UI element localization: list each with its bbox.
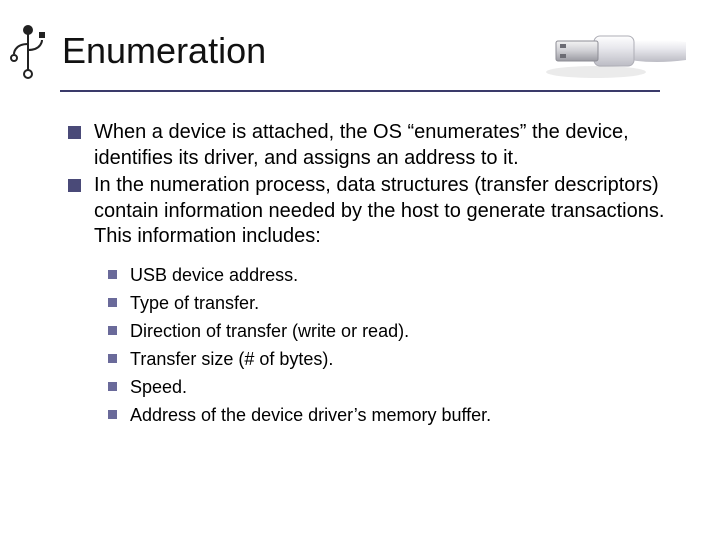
sub-bullet-text: Speed. [130, 377, 187, 397]
square-bullet-icon [68, 179, 81, 192]
sub-bullet-list: USB device address. Type of transfer. Di… [108, 264, 680, 427]
sub-bullet-item: Speed. [108, 376, 680, 399]
square-bullet-icon [108, 326, 117, 335]
square-bullet-icon [108, 410, 117, 419]
slide-title: Enumeration [62, 30, 266, 72]
sub-bullet-item: Direction of transfer (write or read). [108, 320, 680, 343]
sub-bullet-text: USB device address. [130, 265, 298, 285]
usb-trident-icon [8, 24, 48, 80]
sub-bullet-text: Address of the device driver’s memory bu… [130, 405, 491, 425]
sub-bullet-text: Transfer size (# of bytes). [130, 349, 333, 369]
slide: Enumeration [0, 0, 720, 540]
square-bullet-icon [68, 126, 81, 139]
sub-bullet-item: Address of the device driver’s memory bu… [108, 404, 680, 427]
sub-bullet-text: Type of transfer. [130, 293, 259, 313]
sub-bullet-item: Type of transfer. [108, 292, 680, 315]
bullet-item: When a device is attached, the OS “enume… [68, 120, 680, 171]
slide-body: When a device is attached, the OS “enume… [68, 120, 680, 432]
sub-bullet-item: Transfer size (# of bytes). [108, 348, 680, 371]
sub-bullet-text: Direction of transfer (write or read). [130, 321, 409, 341]
square-bullet-icon [108, 382, 117, 391]
usb-connector-icon [536, 28, 686, 82]
title-underline [60, 90, 660, 92]
square-bullet-icon [108, 298, 117, 307]
square-bullet-icon [108, 270, 117, 279]
bullet-item: In the numeration process, data structur… [68, 173, 680, 250]
square-bullet-icon [108, 354, 117, 363]
sub-bullet-item: USB device address. [108, 264, 680, 287]
bullet-text: In the numeration process, data structur… [94, 174, 664, 247]
bullet-text: When a device is attached, the OS “enume… [94, 121, 629, 169]
